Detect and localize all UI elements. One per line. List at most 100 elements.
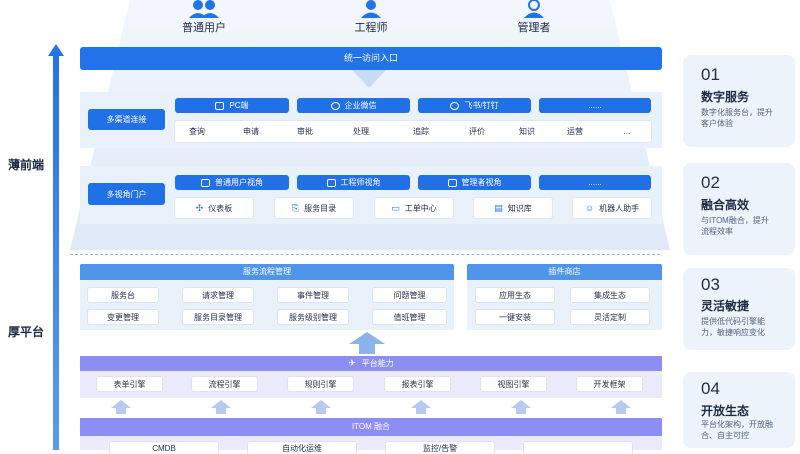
portal-normal-label: 普通用户视角 [215, 178, 263, 187]
manager-icon [524, 0, 544, 18]
ticket-icon: ▭ [391, 202, 400, 213]
card-number: 01 [701, 65, 720, 84]
copy-icon [447, 178, 457, 187]
catalog-icon: ⎘ [291, 202, 300, 213]
action-track[interactable]: 追踪 [395, 121, 447, 142]
card-number: 04 [701, 379, 720, 398]
book-icon: ▤ [494, 202, 503, 213]
copy-icon [201, 178, 210, 187]
itom-title: ITOM 融合 [80, 418, 662, 436]
flow-service-desk[interactable]: 服务台 [88, 288, 158, 302]
portal-manager-view[interactable]: 管理者视角 [418, 175, 531, 190]
action-operate[interactable]: 运营 [547, 121, 603, 142]
action-more[interactable]: ... [603, 121, 651, 142]
itom-monitor[interactable]: 监控/告警 [386, 442, 494, 454]
feature-card-4: 04 开放生态 平台化架构，开放融合、自主可控 [683, 372, 795, 448]
user-normal: 普通用户 [159, 0, 249, 35]
kb-label: 知识库 [507, 203, 532, 213]
plugin-store-title: 插件商店 [467, 264, 662, 280]
flow-change[interactable]: 变更管理 [88, 310, 158, 324]
portal-normal-view[interactable]: 普通用户视角 [175, 175, 289, 190]
feature-card-3: 03 灵活敏捷 提供低代码引擎能力，敏捷响应变化 [683, 268, 795, 350]
channel-feishu-label: 飞书/钉钉 [464, 101, 499, 110]
action-knowledge[interactable]: 知识 [507, 121, 547, 142]
user-engineer: 工程师 [326, 0, 416, 35]
platform-title: 平台能力 [361, 359, 394, 368]
plugin-app-ecosystem[interactable]: 应用生态 [476, 288, 554, 302]
small-up-arrows [111, 400, 631, 414]
side-label-front: 薄前端 [8, 158, 45, 172]
action-apply[interactable]: 申请 [219, 121, 283, 142]
flow-sla[interactable]: 服务级别管理 [278, 310, 348, 324]
feature-card-2: 02 融合高效 与ITOM融合，提升流程效率 [683, 163, 795, 255]
card-number: 02 [701, 173, 720, 192]
action-handle[interactable]: 处理 [327, 121, 395, 142]
feishu-icon [450, 101, 460, 110]
feature-card-1: 01 数字服务 数字化服务台，提升客户体验 [683, 55, 795, 147]
portal-dashboard[interactable]: ✣ 仪表板 [175, 198, 253, 218]
card-desc: 与ITOM融合，提升流程效率 [701, 216, 769, 236]
channel-wecom[interactable]: 企业微信 [297, 98, 410, 113]
engine-view[interactable]: 视图引擎 [481, 377, 546, 391]
engine-flow[interactable]: 流程引擎 [192, 377, 257, 391]
action-rate[interactable]: 评价 [447, 121, 507, 142]
down-arrow-icon [352, 70, 386, 88]
portal-ticket-center[interactable]: ▭ 工单中心 [375, 198, 453, 218]
axis-arrow-icon [48, 44, 64, 450]
channel-pc[interactable]: PC端 [175, 98, 289, 113]
flow-problem[interactable]: 问题管理 [373, 288, 446, 302]
plugin-custom[interactable]: 灵活定制 [571, 310, 649, 324]
engine-rule[interactable]: 规则引擎 [288, 377, 353, 391]
itom-cmdb[interactable]: CMDB [110, 442, 218, 454]
card-number: 03 [701, 275, 720, 294]
user-label: 管理者 [517, 22, 551, 34]
portal-engineer-label: 工程师视角 [340, 178, 381, 187]
channel-pc-label: PC端 [229, 101, 249, 110]
engine-framework[interactable]: 开发框架 [577, 377, 642, 391]
portal-service-catalog[interactable]: ⎘ 服务目录 [275, 198, 353, 218]
card-title: 开放生态 [701, 404, 750, 418]
ticket-label: 工单中心 [404, 203, 437, 213]
action-approve[interactable]: 审批 [283, 121, 327, 142]
flow-duty[interactable]: 值班管理 [373, 310, 446, 324]
catalog-label: 服务目录 [304, 203, 337, 213]
flow-request[interactable]: 请求管理 [183, 288, 253, 302]
itom-automation[interactable]: 自动化运维 [248, 442, 356, 454]
portal-more[interactable]: ...... [539, 175, 651, 190]
users-group-icon [189, 0, 219, 18]
engine-form[interactable]: 表单引擎 [97, 377, 162, 391]
platform-title-bar: ✈ 平台能力 [80, 356, 662, 371]
card-title: 数字服务 [701, 90, 750, 104]
up-arrow-icon [349, 332, 385, 354]
itom-more[interactable] [524, 442, 632, 454]
portal-engineer-view[interactable]: 工程师视角 [297, 175, 410, 190]
channel-wecom-label: 企业微信 [344, 101, 377, 110]
card-desc: 平台化架构，开放融合、自主可控 [701, 420, 773, 440]
service-flow-title: 服务流程管理 [80, 264, 454, 280]
flow-incident[interactable]: 事件管理 [278, 288, 348, 302]
card-desc: 提供低代码引擎能力，敏捷响应变化 [701, 317, 765, 337]
engineer-icon [361, 0, 381, 18]
side-label-platform: 厚平台 [8, 325, 45, 339]
portal-knowledge-base[interactable]: ▤ 知识库 [474, 198, 552, 218]
user-manager: 管理者 [489, 0, 579, 35]
plugin-one-click[interactable]: 一键安装 [476, 310, 554, 324]
card-desc: 数字化服务台，提升客户体验 [701, 108, 773, 128]
portal-robot[interactable]: ☺ 机器人助手 [573, 198, 651, 218]
channel-actions: 查询 申请 审批 处理 追踪 评价 知识 运营 ... [175, 121, 651, 142]
robot-icon: ☺ [584, 203, 595, 213]
unified-entry-bar[interactable]: 统一访问入口 [80, 47, 662, 70]
layer-divider [70, 254, 660, 255]
user-label: 工程师 [354, 22, 388, 34]
channel-feishu[interactable]: 飞书/钉钉 [418, 98, 531, 113]
channel-more[interactable]: ...... [539, 98, 651, 113]
flow-catalog[interactable]: 服务目录管理 [183, 310, 253, 324]
engine-report[interactable]: 报表引擎 [385, 377, 450, 391]
copy-icon [326, 178, 336, 187]
robot-label: 机器人助手 [599, 203, 640, 213]
action-query[interactable]: 查询 [175, 121, 219, 142]
channel-label: 多渠道连接 [88, 109, 165, 130]
card-title: 融合高效 [701, 198, 750, 212]
plugin-integration[interactable]: 集成生态 [571, 288, 649, 302]
monitor-icon [215, 101, 225, 110]
